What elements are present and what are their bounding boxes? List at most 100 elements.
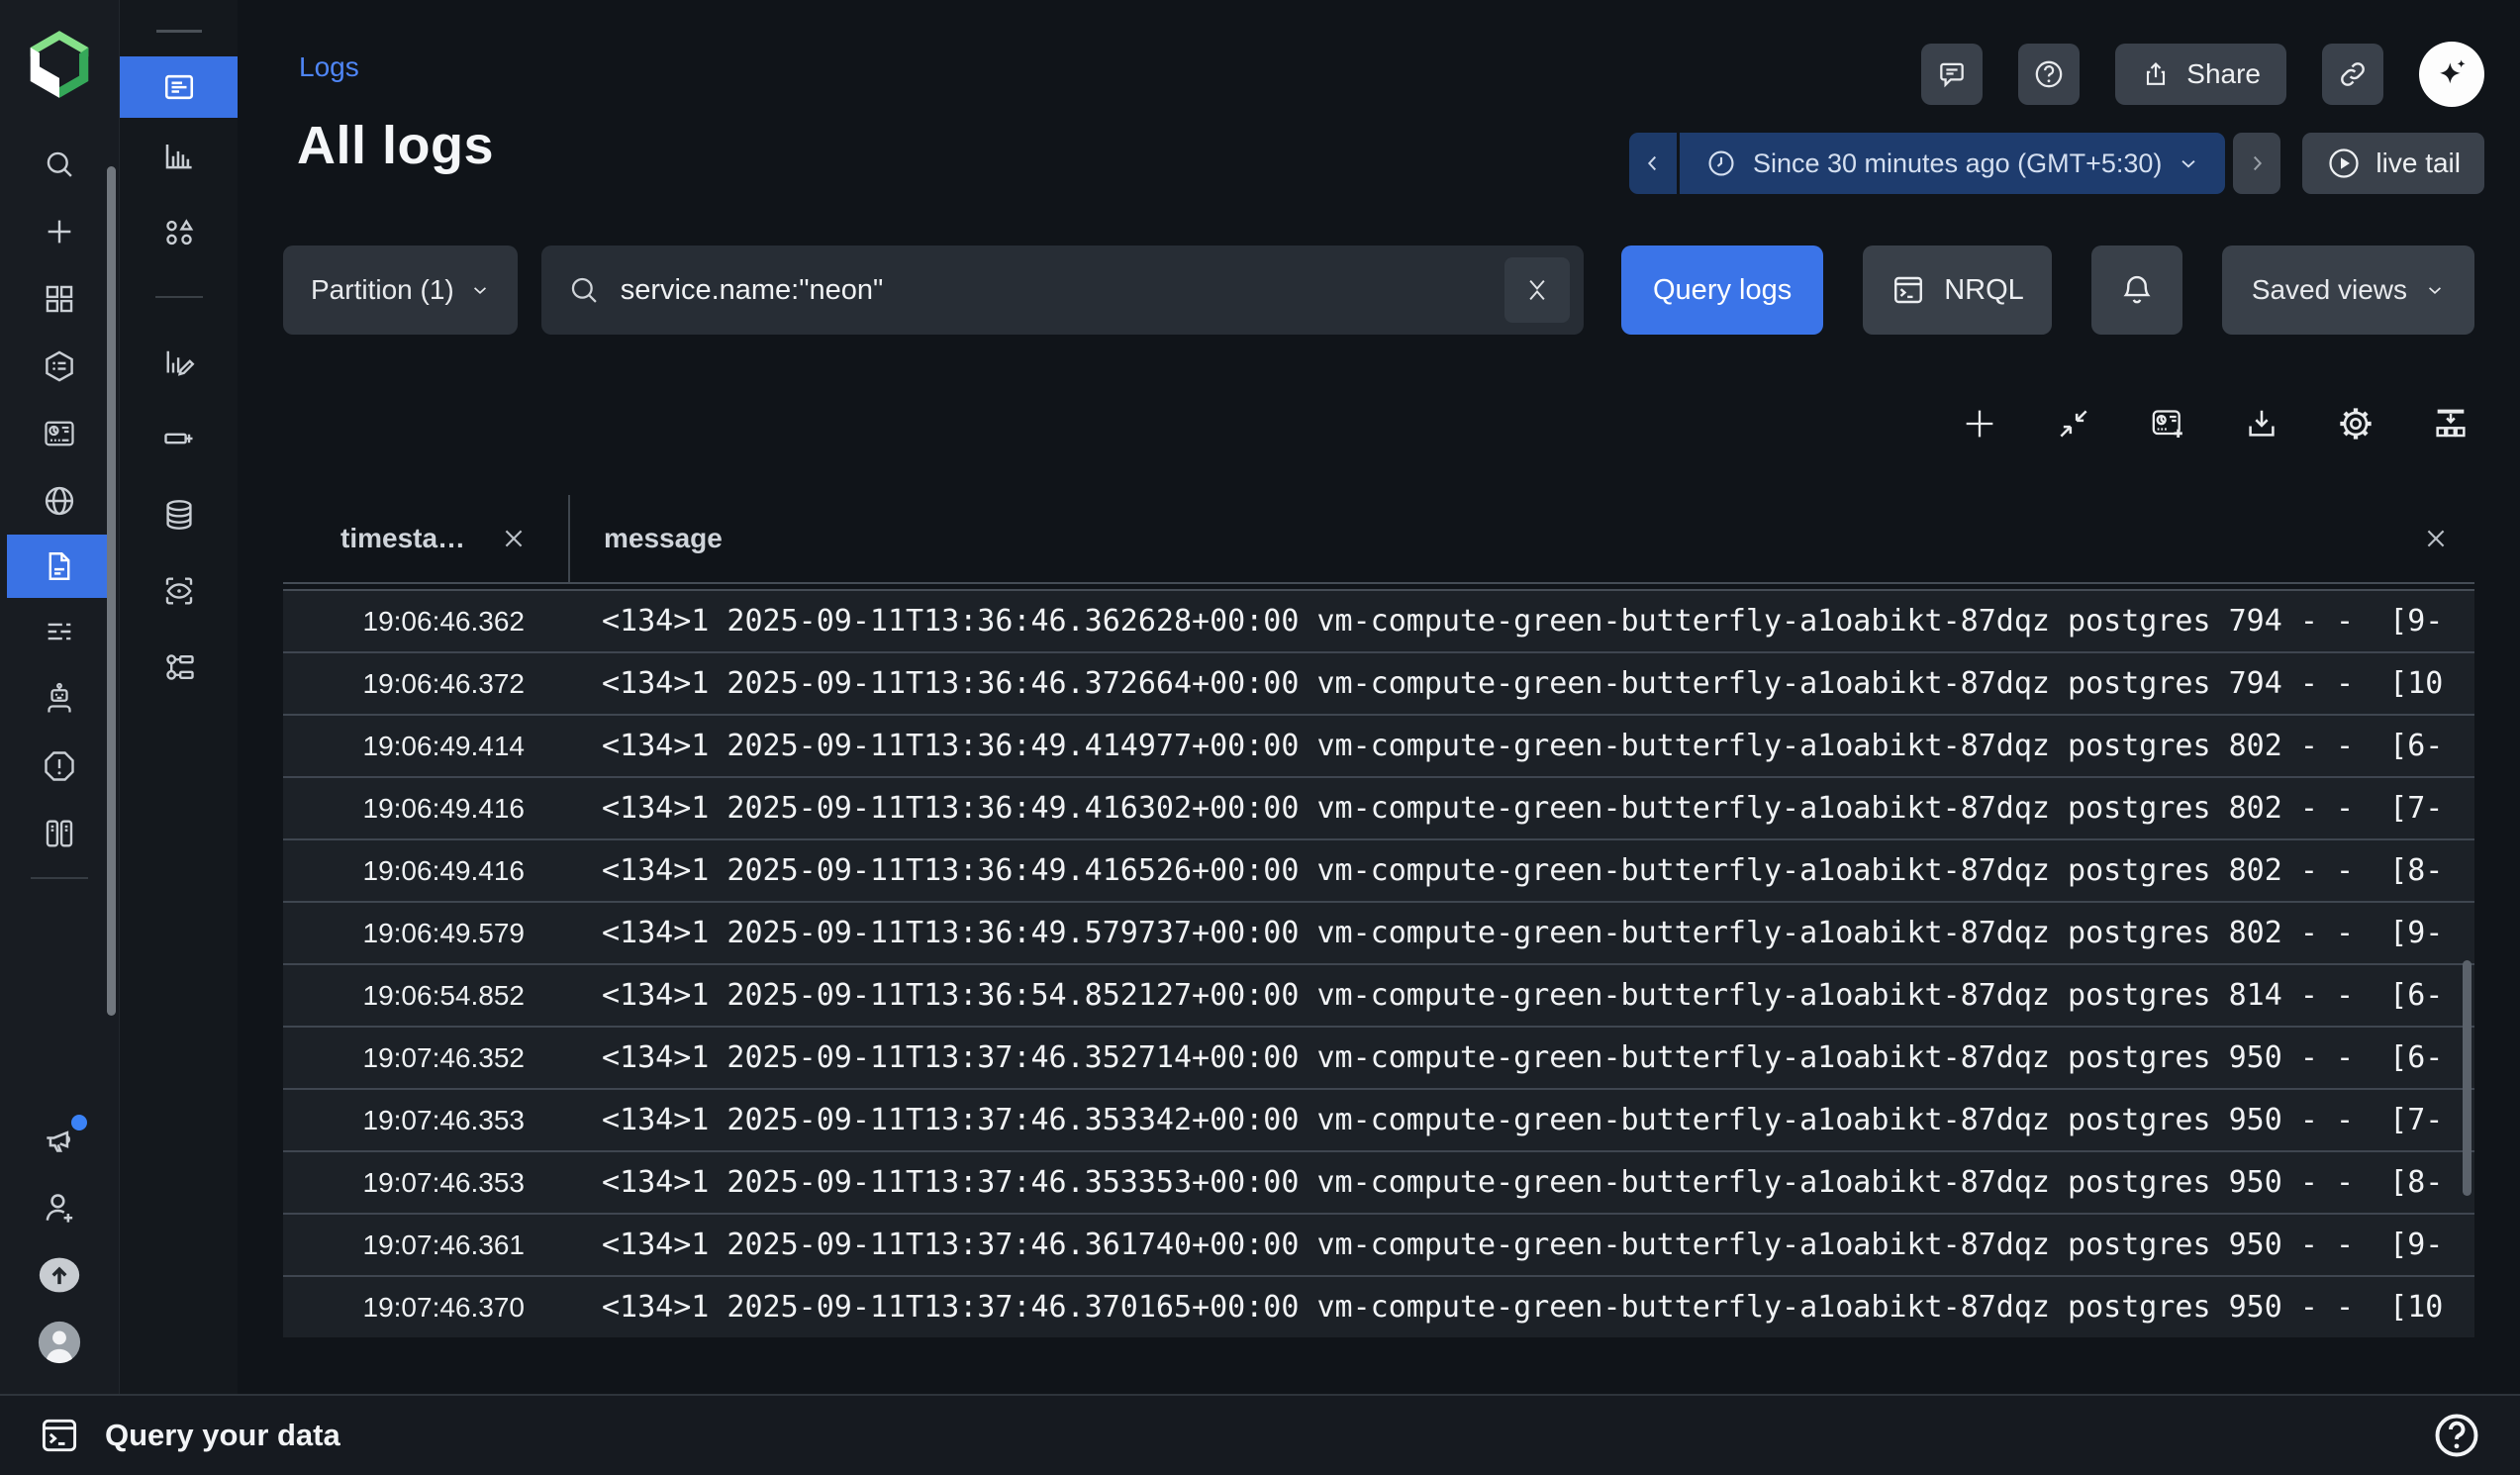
group-columns-icon[interactable]	[2431, 404, 2471, 443]
table-toolbar	[1960, 394, 2471, 453]
pin-tag-icon[interactable]	[120, 400, 239, 476]
column-header-message[interactable]: message	[570, 495, 2474, 582]
search-icon	[567, 273, 601, 307]
log-row[interactable]: 19:07:46.361 <134>1 2025-09-11T13:37:46.…	[283, 1213, 2474, 1275]
help-circle-icon[interactable]	[2431, 1410, 2482, 1461]
log-table-header: timesta… message	[283, 495, 2474, 584]
app-window: Logs All logs Share	[0, 0, 2520, 1475]
message-column-label: message	[604, 523, 723, 554]
search-icon[interactable]	[0, 131, 119, 198]
user-avatar[interactable]	[0, 1309, 119, 1376]
log-message: <134>1 2025-09-11T13:36:49.579737+00:00 …	[570, 916, 2474, 950]
invite-user-icon[interactable]	[0, 1174, 119, 1241]
query-lines-icon[interactable]	[0, 598, 119, 665]
log-row[interactable]: 19:06:49.414 <134>1 2025-09-11T13:36:49.…	[283, 714, 2474, 776]
plus-icon[interactable]	[0, 198, 119, 265]
page-title: All logs	[297, 115, 494, 176]
chevron-down-icon	[470, 280, 490, 300]
query-your-data-label: Query your data	[105, 1418, 340, 1453]
table-scrollbar[interactable]	[2463, 960, 2472, 1196]
data-partitions-icon[interactable]	[120, 476, 239, 552]
log-timestamp: 19:06:46.362	[283, 606, 570, 638]
saved-views-label: Saved views	[2252, 274, 2407, 306]
infra-columns-icon[interactable]	[0, 800, 119, 867]
annotate-chart-icon[interactable]	[120, 324, 239, 400]
dashboard-card-icon[interactable]	[0, 400, 119, 467]
primary-nav-rail	[0, 0, 119, 1394]
time-back-button[interactable]	[1629, 133, 1677, 194]
breadcrumb-logs[interactable]: Logs	[299, 51, 359, 83]
chevron-right-icon	[2246, 152, 2268, 174]
column-header-timestamp[interactable]: timesta…	[283, 495, 570, 582]
globe-icon[interactable]	[0, 467, 119, 535]
log-row[interactable]: 19:07:46.370 <134>1 2025-09-11T13:37:46.…	[283, 1275, 2474, 1337]
nav-divider	[31, 877, 88, 879]
feedback-button[interactable]	[1921, 44, 1983, 105]
close-icon	[1522, 275, 1552, 305]
nav-scrollbar[interactable]	[107, 166, 116, 1016]
log-row[interactable]: 19:06:54.852 <134>1 2025-09-11T13:36:54.…	[283, 963, 2474, 1026]
log-row[interactable]: 19:07:46.352 <134>1 2025-09-11T13:37:46.…	[283, 1026, 2474, 1088]
main-content: Logs All logs Share	[238, 0, 2520, 1394]
log-row[interactable]: 19:06:49.416 <134>1 2025-09-11T13:36:49.…	[283, 838, 2474, 901]
share-label: Share	[2186, 58, 2261, 90]
log-message: <134>1 2025-09-11T13:37:46.370165+00:00 …	[570, 1290, 2474, 1325]
obfuscation-eye-icon[interactable]	[120, 552, 239, 629]
clock-icon	[1705, 148, 1737, 179]
live-tail-button[interactable]: live tail	[2302, 133, 2484, 194]
log-message: <134>1 2025-09-11T13:36:46.362628+00:00 …	[570, 604, 2474, 639]
time-forward-button[interactable]	[2233, 133, 2280, 194]
megaphone-icon[interactable]	[0, 1107, 119, 1174]
ai-assistant-button[interactable]	[2419, 42, 2484, 107]
clear-search-button[interactable]	[1504, 257, 1570, 323]
alerts-bell-button[interactable]	[2091, 246, 2182, 335]
log-row[interactable]: 19:06:49.416 <134>1 2025-09-11T13:36:49.…	[283, 776, 2474, 838]
log-row[interactable]: 19:06:49.579 <134>1 2025-09-11T13:36:49.…	[283, 901, 2474, 963]
saved-views-dropdown[interactable]: Saved views	[2222, 246, 2474, 335]
timestamp-column-label: timesta…	[340, 523, 465, 554]
log-message: <134>1 2025-09-11T13:36:49.416302+00:00 …	[570, 791, 2474, 826]
terminal-icon	[38, 1414, 81, 1457]
log-timestamp: 19:07:46.353	[283, 1105, 570, 1136]
download-icon[interactable]	[2243, 405, 2280, 442]
time-range-picker[interactable]: Since 30 minutes ago (GMT+5:30)	[1680, 133, 2225, 194]
log-message: <134>1 2025-09-11T13:37:46.353353+00:00 …	[570, 1165, 2474, 1200]
log-row[interactable]: 19:06:46.362 <134>1 2025-09-11T13:36:46.…	[283, 589, 2474, 651]
help-button[interactable]	[2018, 44, 2080, 105]
patterns-shapes-icon[interactable]	[120, 194, 239, 270]
entity-hexagon-icon[interactable]	[0, 333, 119, 400]
add-to-dashboard-icon[interactable]	[2148, 404, 2187, 443]
log-message: <134>1 2025-09-11T13:36:49.414977+00:00 …	[570, 729, 2474, 763]
alert-octagon-icon[interactable]	[0, 733, 119, 800]
nrql-button[interactable]: NRQL	[1863, 246, 2052, 335]
query-logs-button[interactable]: Query logs	[1621, 246, 1823, 335]
remove-message-column-icon[interactable]	[2423, 526, 2449, 551]
gear-icon[interactable]	[2336, 404, 2375, 443]
sparkle-icon	[2432, 54, 2472, 94]
log-message: <134>1 2025-09-11T13:37:46.353342+00:00 …	[570, 1103, 2474, 1137]
share-button[interactable]: Share	[2115, 44, 2286, 105]
ai-robot-icon[interactable]	[0, 665, 119, 733]
new-relic-logo[interactable]	[23, 28, 96, 101]
apps-grid-icon[interactable]	[0, 265, 119, 333]
time-controls: Since 30 minutes ago (GMT+5:30) live tai…	[1629, 133, 2484, 194]
parsing-workflow-icon[interactable]	[120, 629, 239, 705]
all-logs-icon[interactable]	[120, 56, 239, 118]
log-row[interactable]: 19:07:46.353 <134>1 2025-09-11T13:37:46.…	[283, 1088, 2474, 1150]
collapse-icon[interactable]	[2055, 405, 2092, 442]
upgrade-icon[interactable]	[0, 1241, 119, 1309]
logs-document-icon[interactable]	[7, 535, 112, 598]
log-message: <134>1 2025-09-11T13:36:49.416526+00:00 …	[570, 853, 2474, 888]
query-your-data-bar[interactable]: Query your data	[0, 1394, 2520, 1475]
chevron-down-icon	[2425, 280, 2445, 300]
remove-timestamp-column-icon[interactable]	[501, 526, 527, 551]
log-search-input[interactable]: service.name:"neon"	[541, 246, 1584, 335]
add-column-icon[interactable]	[1960, 404, 1999, 443]
copy-link-button[interactable]	[2322, 44, 2383, 105]
attributes-chart-icon[interactable]	[120, 118, 239, 194]
top-actions: Share	[1921, 42, 2484, 107]
log-timestamp: 19:06:54.852	[283, 980, 570, 1012]
log-row[interactable]: 19:06:46.372 <134>1 2025-09-11T13:36:46.…	[283, 651, 2474, 714]
partition-dropdown[interactable]: Partition (1)	[283, 246, 518, 335]
log-row[interactable]: 19:07:46.353 <134>1 2025-09-11T13:37:46.…	[283, 1150, 2474, 1213]
